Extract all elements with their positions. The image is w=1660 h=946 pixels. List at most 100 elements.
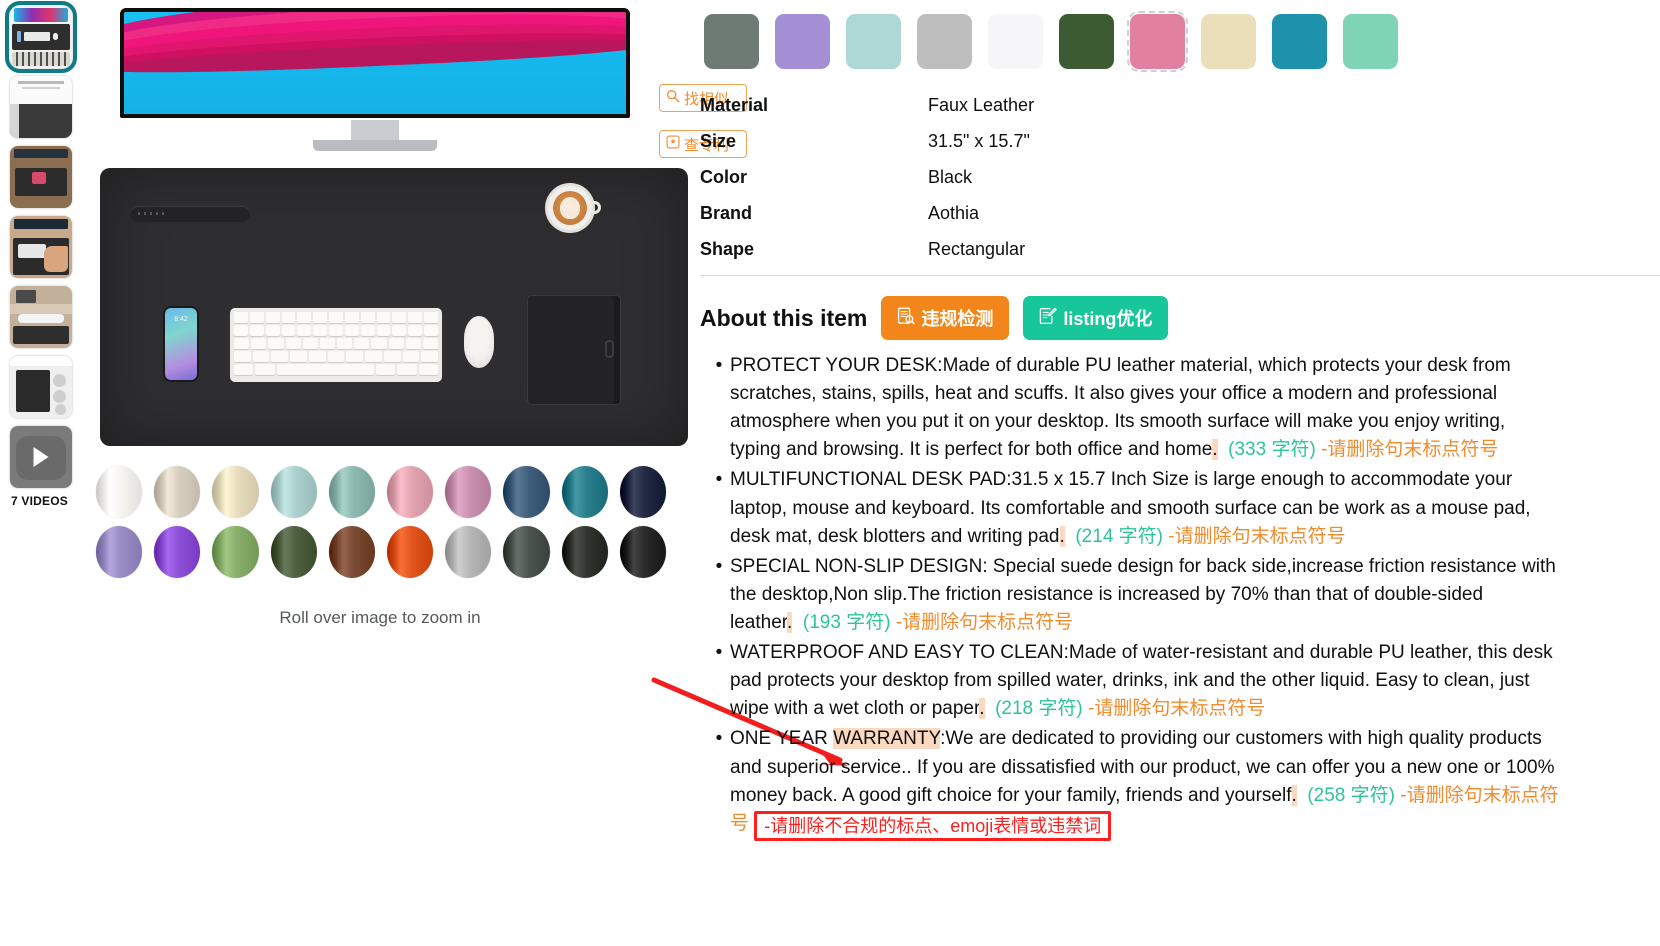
thumbnail-6-rolled-pad[interactable] [10,356,72,418]
keyboard-key [392,325,407,336]
keyboard-key [376,312,391,323]
gallery-swatch-0-2[interactable] [212,466,259,518]
attribute-row-brand: Brand Aothia [700,203,1660,224]
attribute-value: Faux Leather [928,95,1035,115]
thumb-detail-circle-3 [55,404,66,415]
thumb-rolled-mat [16,370,50,412]
gallery-swatch-1-7[interactable] [503,526,550,578]
thumbnail-3-desk-scene[interactable] [10,146,72,208]
gallery-swatch-0-7[interactable] [503,466,550,518]
color-chip-0[interactable] [704,14,759,69]
monitor-screen [120,8,630,118]
keyboard-key [276,364,374,375]
keyboard-key [234,338,250,349]
violation-check-button[interactable]: 违规检测 [881,296,1010,340]
monitor-stand-neck [351,120,399,142]
attribute-value: Aothia [928,203,980,223]
thumbnail-7-video[interactable] [10,426,72,488]
keyboard-key [327,351,345,362]
color-chip-1[interactable] [775,14,830,69]
keyboard-key [308,351,326,362]
color-chip-9[interactable] [1343,14,1398,69]
listing-optimize-button[interactable]: listing优化 [1023,296,1169,340]
gallery-swatch-0-1[interactable] [154,466,201,518]
thumbnail-5-office-setup[interactable] [10,286,72,348]
color-chip-4[interactable] [988,14,1043,69]
thumb-keyboard [24,32,50,41]
keyboard-key [424,312,438,323]
keyboard-key [346,351,364,362]
gallery-swatch-1-1[interactable] [154,526,201,578]
thumb-leather-edge [10,104,19,138]
keyboard-key [251,338,267,349]
gallery-swatch-0-9[interactable] [619,466,667,518]
search-icon [666,89,680,107]
color-chip-6[interactable] [1127,11,1188,72]
thumbnail-4-hands-keyboard[interactable] [10,216,72,278]
gallery-swatch-0-5[interactable] [387,466,434,518]
gallery-swatch-1-4[interactable] [328,526,376,578]
violation-redbox-note: -请删除不合规的标点、emoji表情或违禁词 [754,810,1112,842]
color-chip-5[interactable] [1059,14,1114,69]
bullet-marker: • [715,355,723,376]
keyboard-key [234,364,254,375]
keyboard-key [265,325,280,336]
product-details-panel: Material Faux Leather Size 31.5" x 15.7" Col… [700,0,1660,946]
color-chip-bar [700,0,1660,72]
thumb-banner [14,219,68,229]
thumbnail-1-main-monitor-desk[interactable] [5,1,77,73]
notebook-band [605,340,614,358]
videos-count-label: 7 VIDEOS [11,494,68,508]
gallery-swatch-0-8[interactable] [561,466,608,518]
thumb-keyboard [18,244,46,258]
gallery-swatch-1-2[interactable] [212,526,259,578]
gallery-swatch-1-6[interactable] [445,526,492,578]
color-chip-7[interactable] [1201,14,1256,69]
keyboard-key [281,325,296,336]
thumb-object [32,172,46,184]
keyboard-key [255,364,275,375]
keyboard-key [268,338,284,349]
keyboard-key [375,364,396,375]
thumbnail-2-premium-pu-leather[interactable] [10,76,72,138]
swatch-row-2 [96,526,667,578]
color-chip-2[interactable] [846,14,901,69]
cup-handle [588,201,601,214]
keyboard-key [408,325,423,336]
gallery-swatch-1-0[interactable] [96,526,143,578]
highlighted-word: WARRANTY [833,728,941,750]
character-count: (333 字符) [1217,439,1322,461]
color-chip-8[interactable] [1272,14,1327,69]
color-chip-3[interactable] [917,14,972,69]
keyboard-key [422,338,439,349]
keyboard-key [234,325,248,336]
keyboard-key [337,338,353,349]
play-icon [33,447,49,467]
keyboard-key [360,312,375,323]
gallery-swatch-1-9[interactable] [619,526,667,578]
gallery-swatch-0-3[interactable] [270,466,317,518]
keyboard-key [329,325,343,336]
thumb-mouse [53,33,58,40]
gallery-swatch-0-0[interactable] [96,466,143,518]
gallery-swatch-0-6[interactable] [445,466,492,518]
edit-document-icon [1039,307,1058,330]
keyboard-key [249,325,264,336]
gallery-swatch-1-3[interactable] [270,526,317,578]
keyboard-key [329,312,343,323]
keyboard-key [344,325,359,336]
thumb-detail-circle-2 [53,390,66,403]
bullet-item: • PROTECT YOUR DESK:Made of durable PU le… [708,352,1660,464]
keyboard-key [421,351,439,362]
keyboard-key [371,338,387,349]
gallery-swatch-1-5[interactable] [387,526,434,578]
gallery-swatch-1-8[interactable] [561,526,608,578]
roll-over-hint: Roll over image to zoom in [279,608,481,627]
thumb-banner [14,149,68,158]
keyboard-key [360,325,375,336]
keyboard-key [408,312,423,323]
gallery-swatch-0-4[interactable] [328,466,376,518]
bullet-text: ONE YEAR WARRANTY:We are dedicated to pr… [730,725,1560,842]
latte-art [560,197,580,219]
main-product-image[interactable]: 8:42 找相似 查专利 [90,0,747,460]
